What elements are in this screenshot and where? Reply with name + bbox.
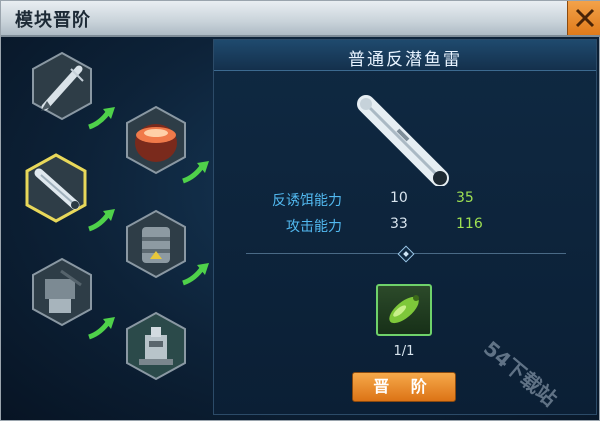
radar-dome-icon [126,105,186,175]
missile-icon [32,51,92,121]
module-slot-torpedo-selected[interactable] [25,153,87,223]
stat-label: 反诱饵能力 [272,193,342,209]
stat-current: 10 [390,190,408,206]
upgrade-window: 模块晋阶 普通反潜鱼雷 反诱饵能力 10 35 攻击能力 33 116 1/1 … [0,0,600,421]
upgrade-button[interactable]: 晋 阶 [352,372,456,402]
close-button[interactable] [567,1,600,35]
upgrade-arrow-icon [87,315,117,341]
stat-next: 116 [456,216,483,232]
module-list [7,43,209,415]
reactor-icon [126,209,186,279]
divider-diamond-icon [397,245,415,263]
module-slot-machinery[interactable] [125,311,187,381]
upgrade-arrow-icon [87,207,117,233]
stat-next: 35 [456,190,474,206]
upgrade-arrow-icon [181,261,211,287]
torpedo-icon [25,153,87,223]
upgrade-arrow-icon [181,159,211,185]
module-slot-missile[interactable] [31,51,93,121]
material-count: 1/1 [393,344,415,359]
stat-row: 反诱饵能力 10 35 [214,190,596,212]
module-name: 普通反潜鱼雷 [348,50,462,70]
upgrade-arrow-icon [87,105,117,131]
torpedo-material-icon [389,295,419,324]
window-title: 模块晋阶 [15,10,91,31]
module-slot-reactor[interactable] [125,209,187,279]
stat-current: 33 [390,216,408,232]
module-detail-panel: 普通反潜鱼雷 反诱饵能力 10 35 攻击能力 33 116 1/1 晋 阶 [213,39,597,415]
title-bar: 模块晋阶 [1,1,600,37]
detail-header: 普通反潜鱼雷 [214,40,596,71]
close-icon [575,8,595,28]
machinery-icon [126,311,186,381]
stat-row: 攻击能力 33 116 [214,216,596,238]
stat-label: 攻击能力 [286,219,342,235]
turret-icon [32,257,92,327]
module-slot-turret[interactable] [31,257,93,327]
torpedo-preview-icon [357,95,449,186]
material-item-slot[interactable] [376,284,432,336]
module-slot-radar[interactable] [125,105,187,175]
